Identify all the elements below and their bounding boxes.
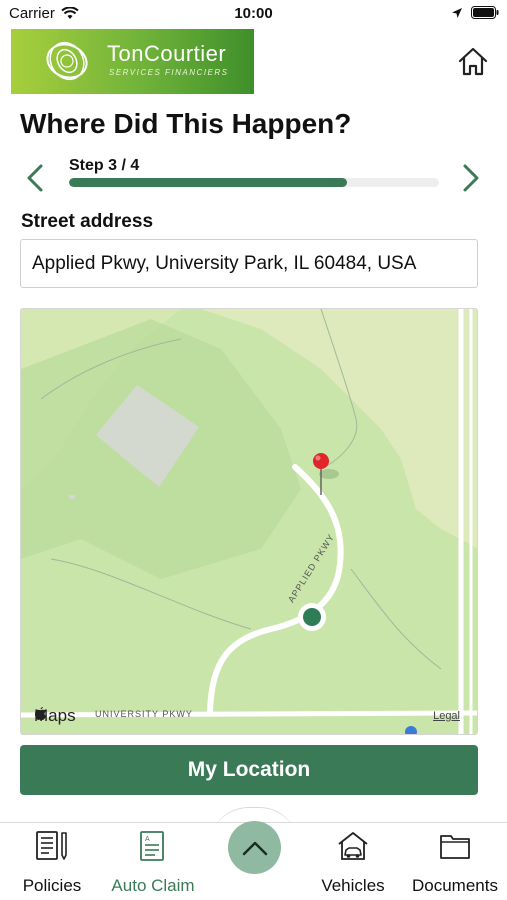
page-title: Where Did This Happen? <box>20 108 352 139</box>
current-location-dot <box>303 608 321 626</box>
tab-policies-label: Policies <box>22 876 82 895</box>
logo-name: TonCourtier <box>107 41 227 66</box>
street-address-input[interactable] <box>20 239 478 288</box>
location-arrow-icon <box>452 7 462 18</box>
chevron-up-icon <box>242 841 267 855</box>
vehicles-car-house-icon <box>338 832 368 860</box>
road-label-university: UNIVERSITY PKWY <box>95 709 193 719</box>
home-icon <box>458 47 488 76</box>
status-right <box>451 6 499 19</box>
maps-attribution: Maps <box>34 706 76 726</box>
status-bar: Carrier 10:00 <box>0 0 507 28</box>
tab-policies[interactable]: Policies <box>14 829 90 896</box>
documents-folder-icon <box>440 835 470 859</box>
chevron-left-icon <box>27 164 43 192</box>
chevron-right-icon <box>463 164 479 192</box>
my-location-button[interactable]: My Location <box>20 745 478 795</box>
step-label: Step 3 / 4 <box>69 157 140 174</box>
map-canvas <box>21 309 477 734</box>
step-progress-fill <box>69 178 347 187</box>
step-navigation: Step 3 / 4 <box>0 152 507 202</box>
home-button[interactable] <box>455 44 491 80</box>
logo-tagline: SERVICES FINANCIERS <box>109 68 229 77</box>
auto-claim-form-icon: A <box>140 831 164 861</box>
battery-icon <box>471 6 499 19</box>
tab-auto-claim[interactable]: A Auto Claim <box>105 829 201 896</box>
svg-text:A: A <box>145 836 150 843</box>
apple-logo-icon <box>35 707 46 720</box>
brand-logo: TonCourtier SERVICES FINANCIERS <box>11 29 254 94</box>
previous-step-button[interactable] <box>20 160 50 196</box>
logo-swirl-icon <box>46 41 88 81</box>
step-progress-bar <box>69 178 439 187</box>
tab-vehicles-label: Vehicles <box>321 876 385 895</box>
tab-auto-claim-label: Auto Claim <box>111 876 195 895</box>
tab-documents[interactable]: Documents <box>405 829 505 896</box>
location-pin-icon <box>313 453 329 469</box>
map-view[interactable]: UNIVERSITY PKWY APPLIED PKWY Maps Legal <box>20 308 478 735</box>
tab-vehicles[interactable]: Vehicles <box>313 829 393 896</box>
tab-documents-label: Documents <box>412 876 498 895</box>
expand-menu-button[interactable] <box>228 821 281 874</box>
policies-document-icon <box>36 831 67 860</box>
map-legal-link[interactable]: Legal <box>433 710 460 722</box>
next-step-button[interactable] <box>456 160 486 196</box>
status-time: 10:00 <box>234 5 273 22</box>
street-address-label: Street address <box>21 211 154 232</box>
